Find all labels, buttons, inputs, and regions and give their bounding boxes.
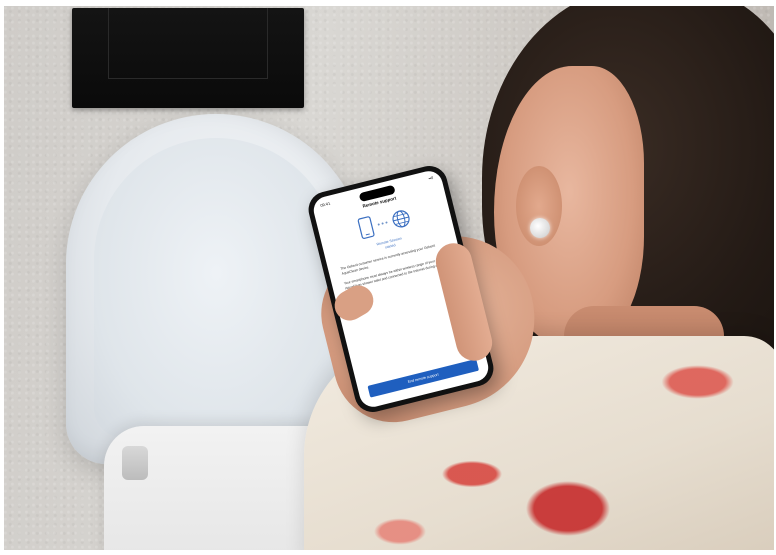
globe-icon [389,207,413,231]
toilet-hinge-left [122,446,148,480]
toilet-lid-inner [94,138,338,438]
dot [385,221,388,224]
earring [530,218,550,238]
flush-plate [72,8,304,108]
connection-status: Remote Session started [376,236,403,251]
connection-graphic [356,206,414,240]
smartphone-icon [356,215,377,240]
status-signal: ••ll [427,175,434,181]
status-time: 09:41 [319,200,331,208]
flush-plate-inner [108,8,268,79]
photo-scene: 09:41 ••ll Remote support Remote Session… [4,6,774,550]
dot [381,222,384,225]
connection-dots [377,221,388,226]
dot [377,223,380,226]
